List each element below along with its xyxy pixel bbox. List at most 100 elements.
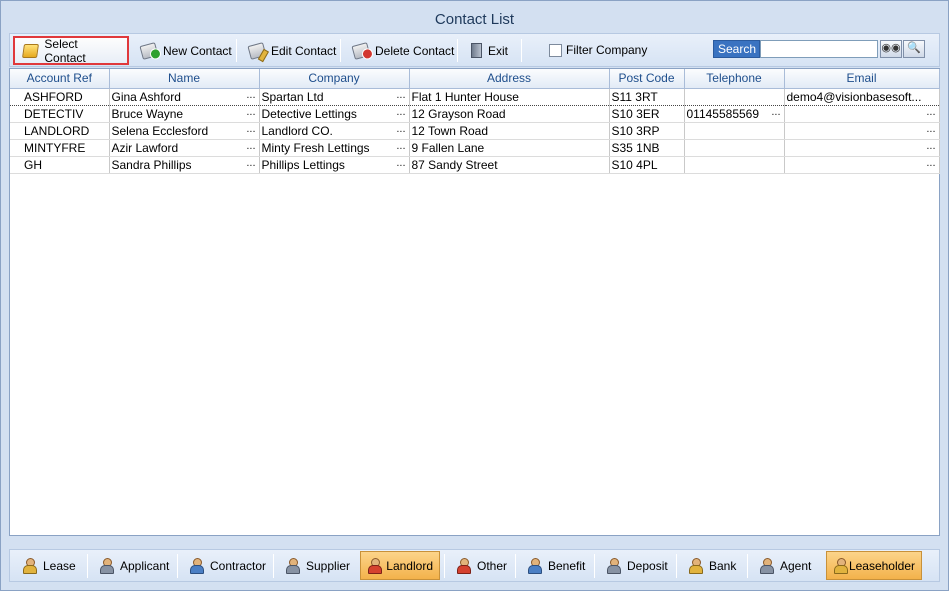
cell-telephone xyxy=(684,87,785,106)
tab-contractor-label: Contractor xyxy=(210,558,267,573)
table-row[interactable]: DETECTIV Bruce Wayne... Detective Lettin… xyxy=(10,105,940,123)
cell-email: ... xyxy=(784,122,940,140)
ellipsis-button[interactable]: ... xyxy=(771,106,780,118)
column-header-address[interactable]: Address xyxy=(409,69,610,89)
deposit-icon xyxy=(606,558,621,574)
ellipsis-button[interactable]: ... xyxy=(396,157,405,169)
tab-leaseholder[interactable]: Leaseholder xyxy=(826,551,922,580)
benefit-icon xyxy=(527,558,542,574)
tab-other-label: Other xyxy=(477,558,508,573)
cell-post-code: S11 3RT xyxy=(609,87,685,106)
cell-address: 12 Grayson Road xyxy=(409,105,610,123)
cell-name: Selena Ecclesford... xyxy=(109,122,260,140)
supplier-icon xyxy=(285,558,300,574)
ellipsis-button[interactable]: ... xyxy=(926,123,935,135)
cell-name-text: Bruce Wayne xyxy=(111,106,184,121)
tab-supplier-label: Supplier xyxy=(306,558,351,573)
cell-name: Azir Lawford... xyxy=(109,139,260,157)
ellipsis-button[interactable]: ... xyxy=(246,89,255,101)
column-header-post-code[interactable]: Post Code xyxy=(609,69,685,89)
tab-supplier[interactable]: Supplier xyxy=(279,551,356,580)
cell-telephone xyxy=(684,139,785,157)
cell-address: 12 Town Road xyxy=(409,122,610,140)
tab-applicant-label: Applicant xyxy=(120,558,170,573)
cell-post-code: S10 3ER xyxy=(609,105,685,123)
ellipsis-button[interactable]: ... xyxy=(926,106,935,118)
tab-leaseholder-label: Leaseholder xyxy=(848,558,915,573)
delete-contact-label: Delete Contact xyxy=(375,43,455,58)
ellipsis-button[interactable]: ... xyxy=(396,123,405,135)
table-header-row: Account Ref Name Company Address Post Co… xyxy=(10,69,940,89)
tab-agent[interactable]: Agent xyxy=(753,551,817,580)
column-header-name[interactable]: Name xyxy=(109,69,260,89)
tab-separator xyxy=(515,554,516,578)
advanced-search-icon[interactable]: 🔍 xyxy=(903,40,925,58)
toolbar-separator xyxy=(521,39,522,62)
ellipsis-button[interactable]: ... xyxy=(246,106,255,118)
door-exit-icon xyxy=(471,43,482,58)
tab-separator xyxy=(273,554,274,578)
column-header-company[interactable]: Company xyxy=(259,69,410,89)
exit-button[interactable]: Exit xyxy=(463,36,516,65)
tab-separator xyxy=(444,554,445,578)
tab-applicant[interactable]: Applicant xyxy=(93,551,175,580)
edit-contact-label: Edit Contact xyxy=(271,43,337,58)
tab-other[interactable]: Other xyxy=(450,551,513,580)
delete-contact-icon xyxy=(351,41,371,60)
applicant-icon xyxy=(99,558,114,574)
new-contact-button[interactable]: New Contact xyxy=(133,36,240,65)
cell-email: demo4@visionbasesoft... xyxy=(784,87,940,106)
ellipsis-button[interactable]: ... xyxy=(926,157,935,169)
cell-address: 87 Sandy Street xyxy=(409,156,610,174)
ellipsis-button[interactable]: ... xyxy=(396,106,405,118)
binoculars-search-icon[interactable]: ◉◉ xyxy=(880,40,902,58)
table-row[interactable]: GH Sandra Phillips... Phillips Lettings.… xyxy=(10,156,940,174)
select-contact-label: Select Contact xyxy=(44,36,86,65)
tab-landlord-label: Landlord xyxy=(386,558,433,573)
column-header-account-ref[interactable]: Account Ref xyxy=(10,69,110,89)
cell-name-text: Gina Ashford xyxy=(111,89,181,104)
tab-bank[interactable]: Bank xyxy=(682,551,742,580)
cell-email: ... xyxy=(784,105,940,123)
cell-company-text: Landlord CO. xyxy=(261,123,333,138)
tab-lease[interactable]: Lease xyxy=(16,551,82,580)
search-input[interactable] xyxy=(760,40,878,58)
edit-contact-button[interactable]: Edit Contact xyxy=(241,36,344,65)
bank-icon xyxy=(688,558,703,574)
cell-account-ref: ASHFORD xyxy=(10,87,110,106)
tab-separator xyxy=(594,554,595,578)
ellipsis-button[interactable]: ... xyxy=(396,140,405,152)
select-contact-button[interactable]: Select Contact xyxy=(13,36,129,65)
tab-benefit[interactable]: Benefit xyxy=(521,551,591,580)
cell-address: Flat 1 Hunter House xyxy=(409,87,610,106)
cell-post-code: S10 4PL xyxy=(609,156,685,174)
window-title: Contact List xyxy=(434,11,515,28)
tab-landlord[interactable]: Landlord xyxy=(360,551,440,580)
tab-separator xyxy=(676,554,677,578)
table-row[interactable]: LANDLORD Selena Ecclesford... Landlord C… xyxy=(10,122,940,140)
cell-account-ref: LANDLORD xyxy=(10,122,110,140)
contact-type-bar: Lease Applicant Contractor Supplier Land… xyxy=(9,549,940,582)
cell-telephone xyxy=(684,122,785,140)
toolbar-separator xyxy=(457,39,458,62)
tab-benefit-label: Benefit xyxy=(548,558,586,573)
column-header-email[interactable]: Email xyxy=(784,69,940,89)
other-icon xyxy=(456,558,471,574)
delete-contact-button[interactable]: Delete Contact xyxy=(345,36,462,65)
table-row[interactable]: MINTYFRE Azir Lawford... Minty Fresh Let… xyxy=(10,139,940,157)
exit-label: Exit xyxy=(488,43,509,58)
cell-account-ref: MINTYFRE xyxy=(10,139,110,157)
filter-company-checkbox[interactable]: Filter Company xyxy=(549,42,647,58)
table-row[interactable]: ASHFORD Gina Ashford... Spartan Ltd... F… xyxy=(10,87,940,106)
tab-contractor[interactable]: Contractor xyxy=(183,551,272,580)
ellipsis-button[interactable]: ... xyxy=(396,89,405,101)
ellipsis-button[interactable]: ... xyxy=(926,140,935,152)
checkbox-box[interactable] xyxy=(549,43,562,57)
column-header-telephone[interactable]: Telephone xyxy=(684,69,785,89)
ellipsis-button[interactable]: ... xyxy=(246,140,255,152)
new-contact-label: New Contact xyxy=(163,43,232,58)
cell-telephone xyxy=(684,156,785,174)
ellipsis-button[interactable]: ... xyxy=(246,157,255,169)
ellipsis-button[interactable]: ... xyxy=(246,123,255,135)
tab-deposit[interactable]: Deposit xyxy=(600,551,674,580)
